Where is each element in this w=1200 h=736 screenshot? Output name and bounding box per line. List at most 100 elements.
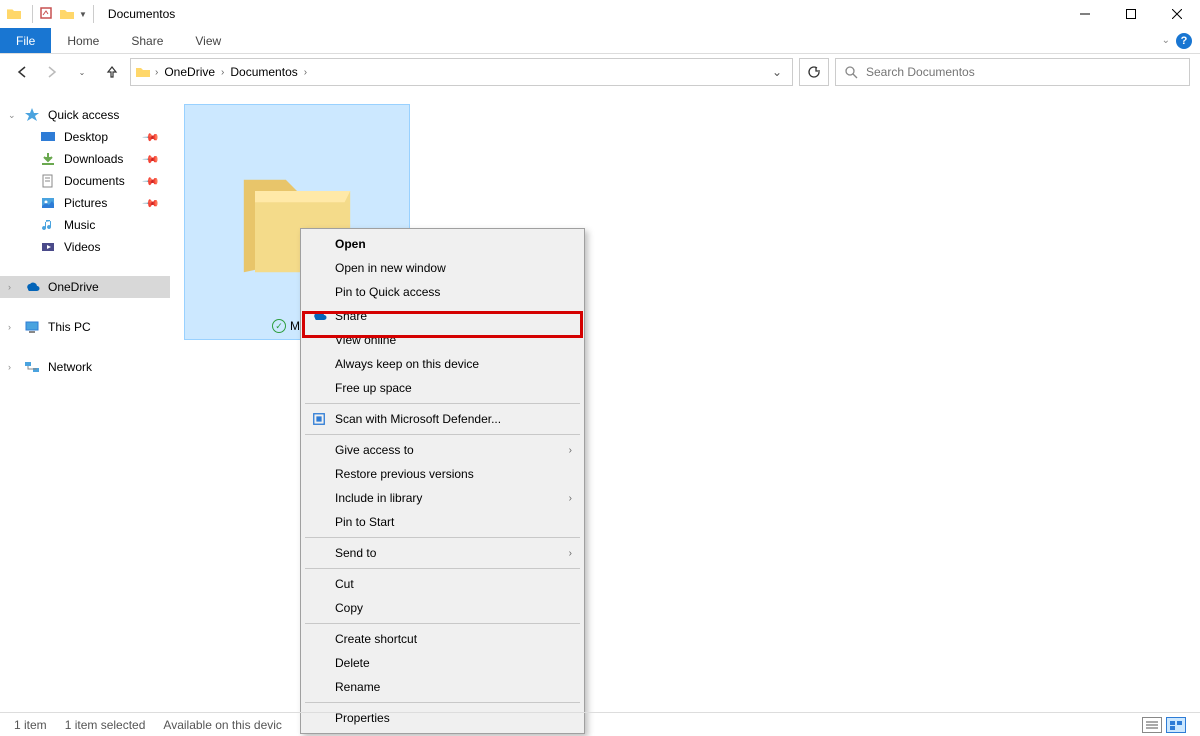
pin-icon: 📌 [142, 172, 161, 191]
menu-item-free-up-space[interactable]: Free up space [303, 376, 582, 400]
close-button[interactable] [1154, 0, 1200, 28]
navigation-pane: ⌄ Quick access Desktop 📌 Downloads 📌 Doc… [0, 90, 170, 710]
chevron-right-icon[interactable]: › [302, 67, 309, 78]
pin-icon: 📌 [142, 128, 161, 147]
separator [93, 5, 94, 23]
navigation-bar: ⌄ › OneDrive › Documentos › ⌄ [0, 54, 1200, 90]
menu-item-restore-versions[interactable]: Restore previous versions [303, 462, 582, 486]
menu-item-scan-defender[interactable]: Scan with Microsoft Defender... [303, 407, 582, 431]
chevron-down-icon[interactable]: ⌄ [1162, 35, 1170, 46]
sidebar-item-network[interactable]: › Network [0, 356, 170, 378]
up-button[interactable] [100, 60, 124, 84]
separator [305, 537, 580, 538]
chevron-right-icon[interactable]: › [219, 67, 226, 78]
sidebar-item-label: Network [48, 360, 92, 374]
help-icon[interactable]: ? [1176, 33, 1192, 49]
address-bar[interactable]: › OneDrive › Documentos › ⌄ [130, 58, 793, 86]
sidebar-item-label: Documents [64, 174, 125, 188]
sidebar-item-music[interactable]: Music [0, 214, 170, 236]
status-availability: Available on this devic [163, 718, 282, 732]
chevron-right-icon: › [569, 445, 572, 456]
folder-qat-icon[interactable] [59, 6, 75, 22]
sidebar-item-label: This PC [48, 320, 91, 334]
folder-icon [135, 64, 151, 80]
menu-item-pin-quick-access[interactable]: Pin to Quick access [303, 280, 582, 304]
breadcrumb-documentos[interactable]: Documentos [226, 65, 301, 79]
search-box[interactable] [835, 58, 1190, 86]
sidebar-item-downloads[interactable]: Downloads 📌 [0, 148, 170, 170]
sidebar-item-label: Pictures [64, 196, 107, 210]
menu-item-give-access[interactable]: Give access to› [303, 438, 582, 462]
menu-item-open[interactable]: Open [303, 232, 582, 256]
menu-item-always-keep[interactable]: Always keep on this device [303, 352, 582, 376]
menu-item-delete[interactable]: Delete [303, 651, 582, 675]
breadcrumb-onedrive[interactable]: OneDrive [160, 65, 219, 79]
sidebar-item-onedrive[interactable]: › OneDrive [0, 276, 170, 298]
sync-status-icon: ✓ [272, 319, 286, 333]
pin-icon: 📌 [142, 150, 161, 169]
separator [305, 623, 580, 624]
sidebar-item-documents[interactable]: Documents 📌 [0, 170, 170, 192]
address-dropdown[interactable]: ⌄ [766, 65, 788, 79]
menu-item-share[interactable]: Share [303, 304, 582, 328]
chevron-right-icon[interactable]: › [8, 362, 11, 372]
status-item-count: 1 item [14, 718, 47, 732]
chevron-down-icon[interactable]: ⌄ [8, 110, 16, 121]
menu-item-pin-start[interactable]: Pin to Start [303, 510, 582, 534]
menu-item-send-to[interactable]: Send to› [303, 541, 582, 565]
downloads-icon [40, 151, 56, 167]
sidebar-item-this-pc[interactable]: › This PC [0, 316, 170, 338]
quick-access-toolbar: ▼ [39, 6, 87, 22]
separator [305, 434, 580, 435]
sidebar-item-label: Desktop [64, 130, 108, 144]
refresh-button[interactable] [799, 58, 829, 86]
home-tab[interactable]: Home [51, 28, 115, 53]
separator [305, 568, 580, 569]
ribbon: File Home Share View ⌄ ? [0, 28, 1200, 54]
chevron-right-icon[interactable]: › [8, 322, 11, 332]
pc-icon [24, 319, 40, 335]
menu-item-view-online[interactable]: View online [303, 328, 582, 352]
chevron-right-icon: › [569, 493, 572, 504]
sidebar-item-quick-access[interactable]: ⌄ Quick access [0, 104, 170, 126]
context-menu: Open Open in new window Pin to Quick acc… [300, 228, 585, 734]
recent-dropdown[interactable]: ⌄ [70, 60, 94, 84]
minimize-button[interactable] [1062, 0, 1108, 28]
separator [305, 702, 580, 703]
search-icon [844, 65, 858, 79]
sidebar-item-pictures[interactable]: Pictures 📌 [0, 192, 170, 214]
forward-button[interactable] [40, 60, 64, 84]
menu-item-rename[interactable]: Rename [303, 675, 582, 699]
menu-item-copy[interactable]: Copy [303, 596, 582, 620]
chevron-right-icon[interactable]: › [153, 67, 160, 78]
status-selected-count: 1 item selected [65, 718, 146, 732]
documents-icon [40, 173, 56, 189]
qat-dropdown-icon[interactable]: ▼ [79, 10, 87, 19]
file-tab[interactable]: File [0, 28, 51, 53]
sidebar-item-desktop[interactable]: Desktop 📌 [0, 126, 170, 148]
separator [305, 403, 580, 404]
onedrive-icon [311, 308, 327, 324]
menu-item-include-library[interactable]: Include in library› [303, 486, 582, 510]
share-tab[interactable]: Share [115, 28, 179, 53]
view-tab[interactable]: View [179, 28, 237, 53]
icons-view-button[interactable] [1166, 717, 1186, 733]
properties-qat-icon[interactable] [39, 6, 55, 22]
status-bar: 1 item 1 item selected Available on this… [0, 712, 1200, 736]
menu-item-create-shortcut[interactable]: Create shortcut [303, 627, 582, 651]
back-button[interactable] [10, 60, 34, 84]
main-body: ⌄ Quick access Desktop 📌 Downloads 📌 Doc… [0, 90, 1200, 710]
videos-icon [40, 239, 56, 255]
chevron-right-icon[interactable]: › [8, 282, 11, 292]
sidebar-item-label: Music [64, 218, 95, 232]
menu-item-open-new-window[interactable]: Open in new window [303, 256, 582, 280]
sidebar-item-videos[interactable]: Videos [0, 236, 170, 258]
search-input[interactable] [866, 65, 1181, 79]
maximize-button[interactable] [1108, 0, 1154, 28]
folder-icon [6, 6, 22, 22]
menu-item-cut[interactable]: Cut [303, 572, 582, 596]
details-view-button[interactable] [1142, 717, 1162, 733]
sidebar-item-label: Videos [64, 240, 100, 254]
chevron-right-icon: › [569, 548, 572, 559]
pin-icon: 📌 [142, 194, 161, 213]
